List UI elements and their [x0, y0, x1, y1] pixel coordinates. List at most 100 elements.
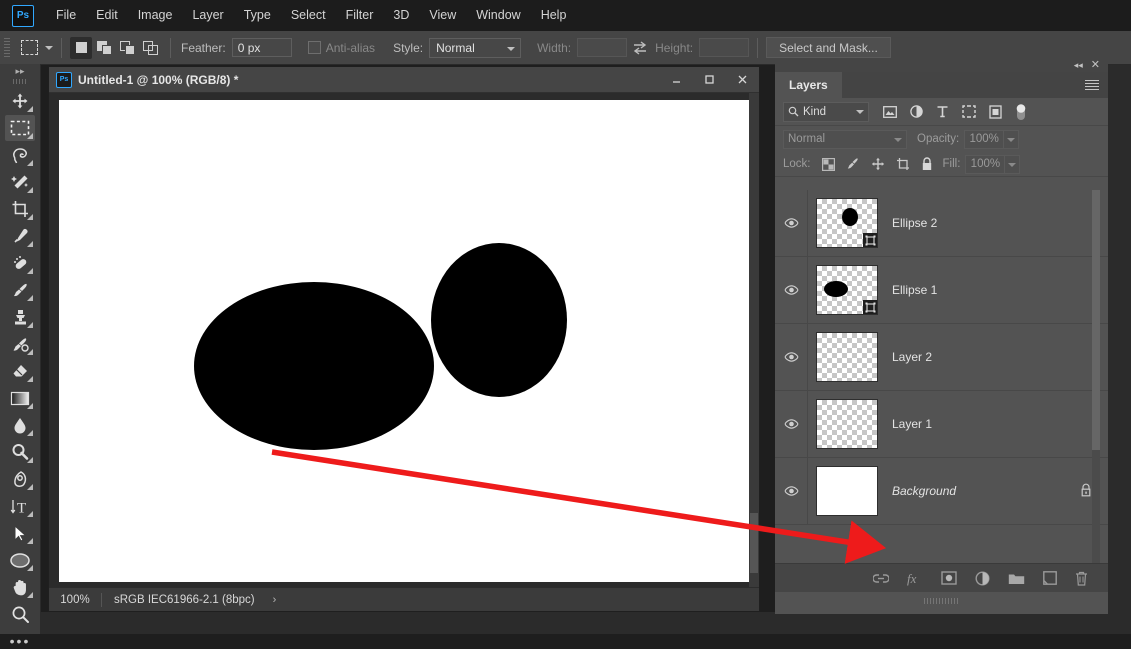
layer-list-scrollbar[interactable] — [1092, 190, 1100, 571]
options-bar-grip[interactable] — [4, 37, 10, 58]
add-to-selection-button[interactable] — [93, 37, 115, 59]
dodge-tool[interactable] — [5, 439, 35, 465]
toolbar-expand-icon[interactable]: ▸▸ — [0, 64, 40, 78]
tool-preset-chevron-down-icon[interactable] — [45, 45, 53, 50]
close-panel-icon[interactable]: ✕ — [1091, 59, 1100, 71]
layer-visibility-toggle[interactable] — [775, 352, 807, 362]
blend-mode-select[interactable]: Normal — [783, 129, 907, 149]
add-layer-mask-icon[interactable] — [941, 571, 957, 585]
hand-tool[interactable] — [5, 574, 35, 600]
new-adjustment-layer-icon[interactable] — [975, 570, 990, 586]
menu-help[interactable]: Help — [531, 0, 577, 31]
crop-tool[interactable] — [5, 196, 35, 222]
menu-type[interactable]: Type — [234, 0, 281, 31]
opacity-stepper[interactable] — [1004, 129, 1020, 149]
layer-name[interactable]: Layer 2 — [892, 350, 932, 364]
close-button[interactable] — [726, 67, 759, 92]
fill-stepper[interactable] — [1005, 154, 1021, 174]
layer-thumbnail[interactable] — [816, 198, 878, 248]
gradient-tool[interactable] — [5, 385, 35, 411]
layer-thumbnail[interactable] — [816, 399, 878, 449]
panel-resize-grip[interactable] — [775, 596, 1108, 606]
lock-position-icon[interactable] — [871, 157, 885, 171]
layer-visibility-toggle[interactable] — [775, 285, 807, 295]
fill-value[interactable]: 100% — [965, 154, 1006, 174]
new-layer-icon[interactable] — [1043, 571, 1057, 585]
canvas-vertical-scrollbar[interactable] — [749, 93, 759, 588]
smart-object-filter-icon[interactable] — [989, 104, 1002, 119]
width-input[interactable] — [577, 38, 628, 57]
menu-3d[interactable]: 3D — [383, 0, 419, 31]
ellipse-tool[interactable] — [5, 547, 35, 573]
menu-image[interactable]: Image — [128, 0, 183, 31]
layer-thumbnail[interactable] — [816, 466, 878, 516]
clone-stamp-tool[interactable] — [5, 304, 35, 330]
move-tool[interactable] — [5, 88, 35, 114]
link-layers-icon[interactable] — [873, 573, 889, 584]
select-and-mask-button[interactable]: Select and Mask... — [766, 37, 891, 58]
subtract-from-selection-button[interactable] — [116, 37, 138, 59]
shape-layers-filter-icon[interactable] — [962, 105, 976, 118]
menu-edit[interactable]: Edit — [86, 0, 128, 31]
path-selection-tool[interactable] — [5, 520, 35, 546]
anti-alias-checkbox[interactable] — [307, 41, 321, 54]
menu-view[interactable]: View — [419, 0, 466, 31]
layer-thumbnail[interactable] — [816, 332, 878, 382]
lock-transparent-pixels-icon[interactable] — [821, 157, 835, 171]
intersect-selection-button[interactable] — [139, 37, 161, 59]
status-expand-icon[interactable]: › — [273, 594, 277, 606]
edit-toolbar-more-icon[interactable]: ••• — [0, 633, 40, 649]
new-group-icon[interactable] — [1008, 572, 1025, 585]
pen-tool[interactable] — [5, 466, 35, 492]
delete-layer-icon[interactable] — [1075, 571, 1088, 586]
eraser-tool[interactable] — [5, 358, 35, 384]
toolbar-grip[interactable] — [13, 79, 27, 84]
feather-input[interactable]: 0 px — [231, 38, 292, 57]
layer-visibility-toggle[interactable] — [775, 486, 807, 496]
menu-filter[interactable]: Filter — [336, 0, 384, 31]
layer-name[interactable]: Layer 1 — [892, 417, 932, 431]
eyedropper-tool[interactable] — [5, 223, 35, 249]
style-select[interactable]: Normal — [429, 37, 522, 58]
layer-visibility-toggle[interactable] — [775, 218, 807, 228]
rectangular-marquee-tool[interactable] — [5, 115, 35, 141]
brush-tool[interactable] — [5, 277, 35, 303]
adjustment-layers-filter-icon[interactable] — [910, 105, 923, 118]
layer-row-ellipse-1[interactable]: Ellipse 1 — [775, 257, 1108, 324]
layer-name[interactable]: Ellipse 1 — [892, 283, 937, 297]
canvas[interactable] — [59, 100, 749, 582]
panel-menu-icon[interactable] — [1085, 80, 1099, 90]
menu-file[interactable]: File — [46, 0, 86, 31]
lasso-tool[interactable] — [5, 142, 35, 168]
layer-visibility-toggle[interactable] — [775, 419, 807, 429]
minimize-button[interactable] — [660, 67, 693, 92]
filter-toggle-switch[interactable] — [1015, 103, 1027, 121]
menu-layer[interactable]: Layer — [182, 0, 233, 31]
lock-artboard-icon[interactable] — [896, 157, 910, 171]
layer-row-layer-2[interactable]: Layer 2 — [775, 324, 1108, 391]
maximize-button[interactable] — [693, 67, 726, 92]
opacity-value[interactable]: 100% — [964, 129, 1005, 149]
filter-kind-select[interactable]: Kind — [783, 101, 869, 122]
magic-wand-tool[interactable] — [5, 169, 35, 195]
canvas-area[interactable] — [49, 93, 759, 588]
type-tool[interactable]: T — [5, 493, 35, 519]
height-input[interactable] — [699, 38, 750, 57]
lock-all-icon[interactable] — [921, 157, 933, 171]
spot-healing-brush-tool[interactable] — [5, 250, 35, 276]
layer-row-background[interactable]: Background — [775, 458, 1108, 525]
blur-tool[interactable] — [5, 412, 35, 438]
collapse-panel-icon[interactable]: ◂◂ — [1074, 60, 1083, 70]
layer-thumbnail[interactable] — [816, 265, 878, 315]
layer-name[interactable]: Background — [892, 484, 956, 498]
rectangular-marquee-icon[interactable] — [16, 36, 42, 60]
history-brush-tool[interactable] — [5, 331, 35, 357]
document-title-bar[interactable]: Ps Untitled-1 @ 100% (RGB/8) * — [49, 67, 759, 93]
layer-row-layer-1[interactable]: Layer 1 — [775, 391, 1108, 458]
swap-width-height-icon[interactable] — [631, 39, 649, 57]
layer-name[interactable]: Ellipse 2 — [892, 216, 937, 230]
menu-select[interactable]: Select — [281, 0, 336, 31]
new-selection-button[interactable] — [70, 36, 92, 59]
status-zoom-level[interactable]: 100% — [49, 594, 101, 606]
zoom-tool[interactable] — [5, 601, 35, 627]
